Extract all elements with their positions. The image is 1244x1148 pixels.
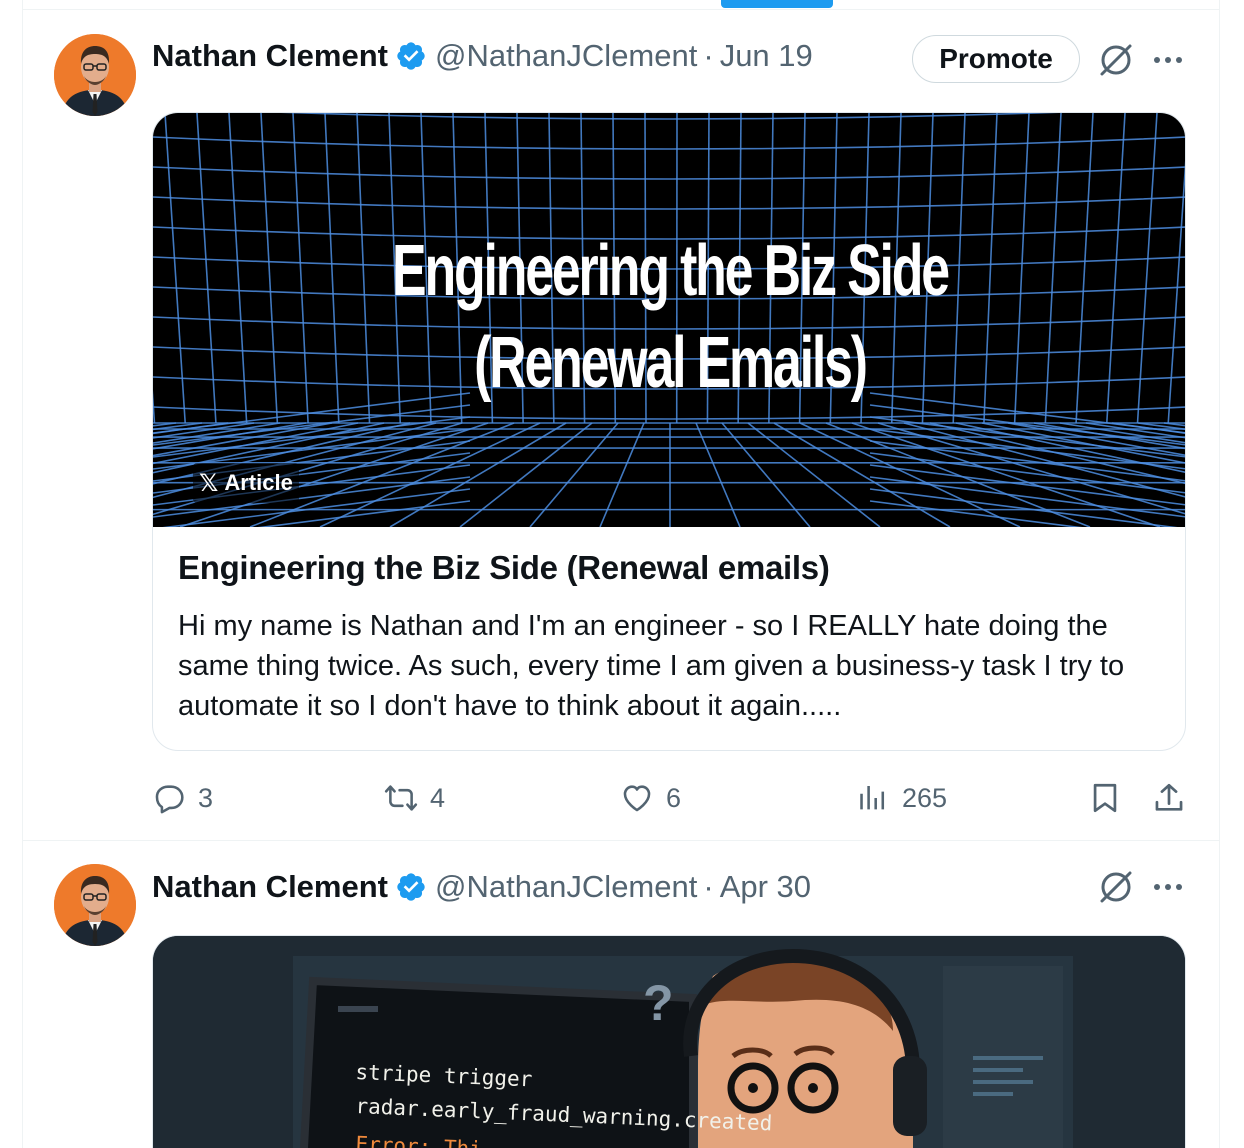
avatar-photo (54, 34, 136, 116)
like-count: 6 (666, 782, 682, 813)
reply-icon (155, 785, 184, 814)
repost-count: 4 (430, 782, 446, 813)
post-date[interactable]: Jun 19 (720, 38, 813, 74)
post-date[interactable]: Apr 30 (720, 869, 811, 905)
share-icon (1155, 783, 1183, 811)
question-mark: ? (643, 975, 674, 1031)
author-handle[interactable]: @NathanJClement (435, 38, 697, 74)
bookmark-button[interactable] (1088, 776, 1134, 820)
grok-icon[interactable] (1096, 867, 1136, 907)
divider (23, 9, 1219, 10)
like-button[interactable]: 6 (620, 776, 681, 820)
verified-badge-icon[interactable] (395, 871, 427, 903)
reply-count: 3 (198, 782, 214, 813)
article-card[interactable]: Engineering the Biz Side (Renewal Emails… (152, 112, 1186, 751)
like-icon (623, 785, 651, 812)
avatar[interactable] (54, 34, 136, 116)
more-icon[interactable] (1150, 42, 1186, 78)
cover-title: Engineering the Biz Side (Renewal Emails… (298, 225, 1042, 409)
author-handle[interactable]: @NathanJClement (435, 869, 697, 905)
view-count: 265 (902, 782, 948, 813)
grok-icon[interactable] (1096, 40, 1136, 80)
repost-icon (384, 785, 418, 811)
cover-title-line: (Renewal Emails) (474, 323, 868, 403)
x-logo-icon: 𝕏 (199, 469, 219, 497)
tweet-actions: 3 4 6 265 (152, 776, 1192, 820)
promote-button[interactable]: Promote (912, 35, 1080, 83)
author-name[interactable]: Nathan Clement (152, 38, 388, 74)
bookmark-icon (1093, 783, 1117, 813)
more-icon[interactable] (1150, 869, 1186, 905)
verified-badge-icon[interactable] (395, 40, 427, 72)
tweet-header: Nathan Clement @NathanJClement · Jun 19 (152, 34, 813, 78)
avatar-photo (54, 864, 136, 946)
article-cover-image[interactable]: Engineering the Biz Side (Renewal Emails… (153, 113, 1185, 527)
article-badge: 𝕏 Article (193, 463, 299, 503)
new-posts-indicator[interactable] (721, 0, 833, 8)
share-button[interactable] (1152, 776, 1198, 820)
divider (23, 840, 1219, 841)
avatar[interactable] (54, 864, 136, 946)
repost-button[interactable]: 4 (384, 776, 445, 820)
cover-title-line: Engineering the Biz Side (392, 231, 950, 311)
article-title[interactable]: Engineering the Biz Side (Renewal emails… (178, 549, 830, 587)
views-button[interactable]: 265 (856, 776, 947, 820)
article-excerpt: Hi my name is Nathan and I'm an engineer… (178, 610, 1125, 722)
separator-dot: · (703, 38, 714, 73)
reply-button[interactable]: 3 (152, 776, 213, 820)
article-badge-label: Article (224, 470, 293, 495)
views-icon (860, 785, 885, 810)
separator-dot: · (703, 869, 714, 904)
author-name[interactable]: Nathan Clement (152, 869, 388, 905)
post-image[interactable]: ? stripe trigger radar.early_fraud_warni… (152, 935, 1186, 1148)
tweet-header: Nathan Clement @NathanJClement · Apr 30 (152, 865, 811, 909)
